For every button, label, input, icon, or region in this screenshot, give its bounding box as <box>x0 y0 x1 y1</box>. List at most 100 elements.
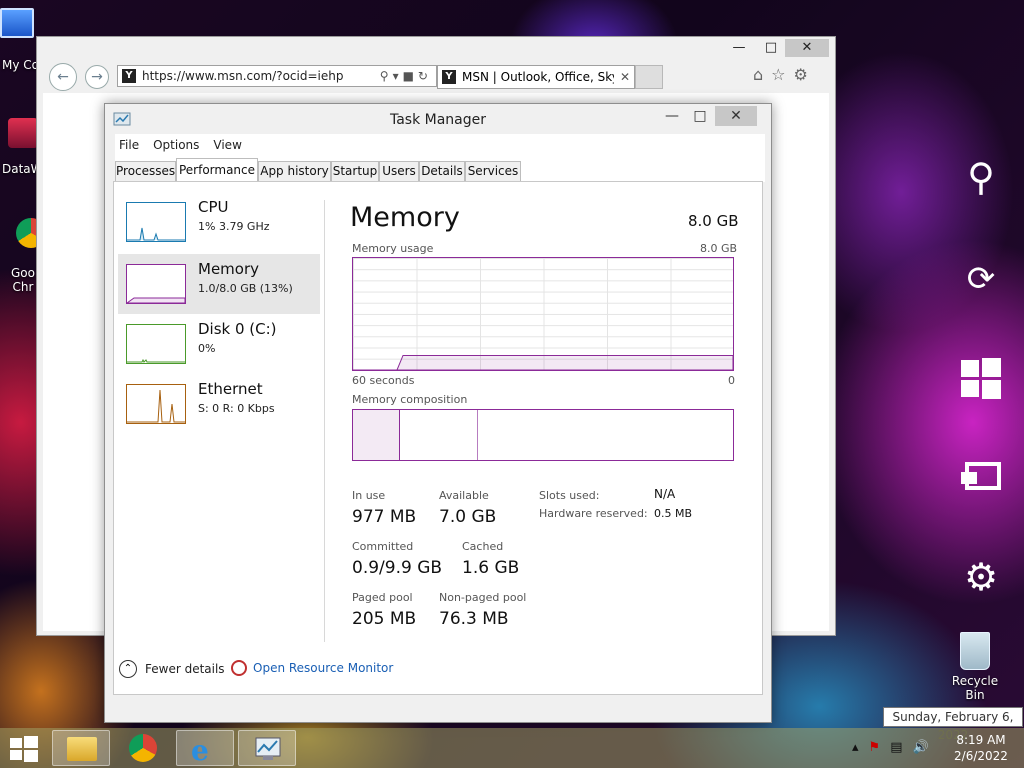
taskbar-file-explorer[interactable] <box>52 730 110 766</box>
open-resource-monitor-link[interactable]: Open Resource Monitor <box>231 660 393 676</box>
forward-button[interactable]: → <box>85 65 109 89</box>
favorites-star-icon: ☆ <box>771 65 794 84</box>
chevron-up-icon: ⌃ <box>119 660 137 678</box>
recycle-bin-label: Recycle Bin <box>951 674 999 702</box>
desktop-icon-my-computer[interactable]: My Co <box>0 8 44 72</box>
search-charm-icon[interactable]: ⚲ <box>958 154 1004 200</box>
memory-usage-area <box>353 354 733 370</box>
paged-pool-label: Paged pool <box>352 591 413 604</box>
memory-total: 8.0 GB <box>688 212 739 230</box>
folder-icon <box>67 737 97 761</box>
nonpaged-pool-label: Non-paged pool <box>439 591 527 604</box>
network-icon[interactable]: ▤ <box>890 740 912 755</box>
gear-icon: ⚙ <box>793 65 816 84</box>
settings-charm-icon[interactable]: ⚙ <box>958 554 1004 600</box>
new-tab-button[interactable] <box>635 65 663 89</box>
tab-app-history[interactable]: App history <box>258 161 331 182</box>
in-use-label: In use <box>352 489 386 502</box>
sidebar-item-name: Disk 0 (C:) <box>198 320 277 338</box>
graph-time-left: 60 seconds <box>352 374 415 387</box>
browser-minimize-button[interactable]: — <box>725 39 753 57</box>
taskbar: e ▴⚑▤🔊 8:19 AM 2/6/2022 <box>0 728 1024 768</box>
share-charm-icon[interactable]: ⟳ <box>958 256 1004 302</box>
desktop-icon-label: Goo Chr <box>11 266 35 294</box>
slots-used-value: N/A <box>654 487 676 501</box>
browser-tab-msn[interactable]: Y MSN | Outlook, Office, Sky... ✕ <box>437 65 635 89</box>
fewer-details-button[interactable]: ⌃ Fewer details <box>119 660 225 678</box>
tab-processes[interactable]: Processes <box>115 161 176 182</box>
start-button[interactable] <box>10 736 38 762</box>
memory-usage-max: 8.0 GB <box>700 242 738 255</box>
hardware-reserved-label: Hardware reserved: <box>539 507 648 520</box>
windows-logo-icon <box>961 358 1001 399</box>
chrome-icon <box>129 734 157 762</box>
menu-file[interactable]: File <box>119 138 139 152</box>
cached-value: 1.6 GB <box>462 558 520 578</box>
msn-favicon-icon: Y <box>122 69 136 83</box>
ethernet-thumbnail-graph <box>126 384 186 424</box>
taskbar-clock[interactable]: 8:19 AM 2/6/2022 <box>950 732 1012 764</box>
system-tray: ▴⚑▤🔊 <box>852 740 939 755</box>
disk-thumbnail-graph <box>126 324 186 364</box>
back-button[interactable]: ← <box>49 63 77 91</box>
search-lock-refresh-icons[interactable]: ⚲▾■↻ <box>380 69 436 83</box>
home-icon: ⌂ <box>753 65 772 84</box>
menu-bar: File Options View <box>115 134 765 156</box>
memory-usage-graph <box>352 257 734 371</box>
sidebar-item-disk[interactable]: Disk 0 (C:) 0% <box>118 314 320 374</box>
task-manager-icon <box>255 737 281 760</box>
slots-used-label: Slots used: <box>539 489 600 502</box>
close-button[interactable]: ✕ <box>715 106 757 126</box>
resource-monitor-text: Open Resource Monitor <box>253 661 394 675</box>
resource-monitor-icon <box>231 660 247 676</box>
sidebar-item-memory[interactable]: Memory 1.0/8.0 GB (13%) <box>118 254 320 314</box>
app-shortcut-icon <box>8 118 38 148</box>
title-bar[interactable]: Task Manager — □ ✕ <box>105 104 771 134</box>
graph-time-right: 0 <box>728 374 735 387</box>
maximize-button[interactable]: □ <box>685 106 715 126</box>
desktop-icon-recycle-bin[interactable]: Recycle Bin <box>944 632 1006 702</box>
taskbar-chrome[interactable] <box>114 730 172 766</box>
msn-favicon-icon: Y <box>442 70 456 84</box>
address-bar[interactable]: Y https://www.msn.com/?ocid=iehp ⚲▾■↻ <box>117 65 437 87</box>
browser-tool-icons[interactable]: ⌂☆⚙ <box>753 65 816 84</box>
composition-standby <box>401 410 478 460</box>
cpu-thumbnail-graph <box>126 202 186 242</box>
devices-charm-icon[interactable] <box>958 456 1004 502</box>
performance-panel: CPU 1% 3.79 GHz Memory 1.0/8.0 GB (13%) … <box>113 181 763 695</box>
committed-label: Committed <box>352 540 414 553</box>
composition-in-use <box>353 410 400 460</box>
browser-maximize-button[interactable]: □ <box>757 39 785 57</box>
tab-details[interactable]: Details <box>419 161 465 182</box>
menu-view[interactable]: View <box>213 138 241 152</box>
tab-startup[interactable]: Startup <box>331 161 379 182</box>
sidebar-item-name: CPU <box>198 198 229 216</box>
taskbar-task-manager[interactable] <box>238 730 296 766</box>
tray-expand-icon[interactable]: ▴ <box>852 740 869 755</box>
menu-options[interactable]: Options <box>153 138 199 152</box>
tab-performance[interactable]: Performance <box>176 158 258 182</box>
page-title: Memory <box>350 202 460 233</box>
browser-close-button[interactable]: ✕ <box>785 39 829 57</box>
tab-close-icon[interactable]: ✕ <box>620 70 634 84</box>
date-tooltip: Sunday, February 6, 2022 <box>883 707 1023 742</box>
start-charm-icon[interactable] <box>958 356 1004 402</box>
cached-label: Cached <box>462 540 504 553</box>
action-center-flag-icon[interactable]: ⚑ <box>869 740 891 755</box>
paged-pool-value: 205 MB <box>352 609 417 629</box>
available-label: Available <box>439 489 489 502</box>
volume-icon[interactable]: 🔊 <box>912 740 938 755</box>
sidebar-item-cpu[interactable]: CPU 1% 3.79 GHz <box>118 192 320 252</box>
devices-icon <box>961 462 1001 490</box>
sidebar-item-ethernet[interactable]: Ethernet S: 0 R: 0 Kbps <box>118 374 320 434</box>
tab-users[interactable]: Users <box>379 161 419 182</box>
task-manager-window: Task Manager — □ ✕ File Options View Pro… <box>104 103 772 723</box>
minimize-button[interactable]: — <box>657 106 687 126</box>
computer-icon <box>0 8 34 38</box>
recycle-bin-icon <box>960 632 990 670</box>
internet-explorer-icon: e <box>191 734 209 767</box>
tab-services[interactable]: Services <box>465 161 521 182</box>
taskbar-internet-explorer[interactable]: e <box>176 730 234 767</box>
windows-logo-icon <box>10 736 38 762</box>
sidebar-item-sub: 0% <box>198 342 216 355</box>
